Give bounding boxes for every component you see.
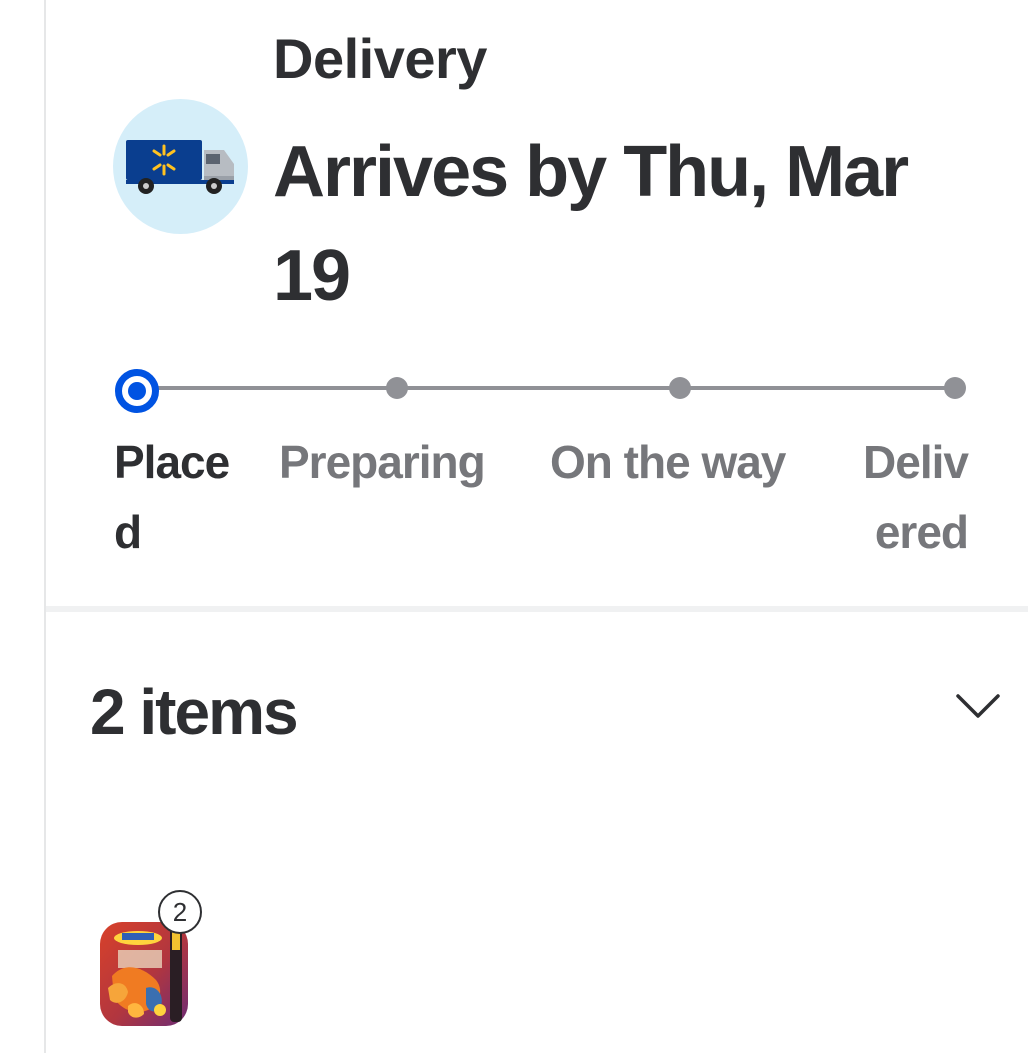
section-label: Delivery xyxy=(273,27,487,90)
progress-dot-placed xyxy=(115,369,159,413)
step-label-on-the-way-text: On the way xyxy=(550,436,786,488)
step-label-on-the-way: On the way xyxy=(550,427,786,497)
progress-dot-on-the-way xyxy=(669,377,691,399)
progress-dot-preparing xyxy=(386,377,408,399)
step-label-preparing-text: Preparing xyxy=(279,436,486,488)
quantity-badge: 2 xyxy=(158,890,202,934)
arrival-date: Arrives by Thu, Mar 19 xyxy=(273,132,909,316)
order-progress-tracker xyxy=(110,362,980,414)
chevron-down-icon[interactable] xyxy=(955,688,1001,722)
step-label-delivered-text: Deliv ered xyxy=(863,436,969,558)
walmart-delivery-truck-icon xyxy=(113,99,248,234)
progress-track xyxy=(136,386,956,390)
step-label-placed-text: Place d xyxy=(114,436,230,558)
product-thumbnail[interactable] xyxy=(98,918,190,1030)
progress-dot-delivered xyxy=(944,377,966,399)
step-label-delivered: Deliv ered xyxy=(842,427,969,567)
left-border xyxy=(44,0,46,1053)
section-divider xyxy=(46,606,1028,612)
order-tracking-page: Delivery Arrives by Thu, Mar 19 Place d … xyxy=(0,0,1028,1053)
step-label-placed: Place d xyxy=(114,427,254,567)
items-count-header[interactable]: 2 items xyxy=(90,672,299,752)
step-label-preparing: Preparing xyxy=(279,427,486,497)
